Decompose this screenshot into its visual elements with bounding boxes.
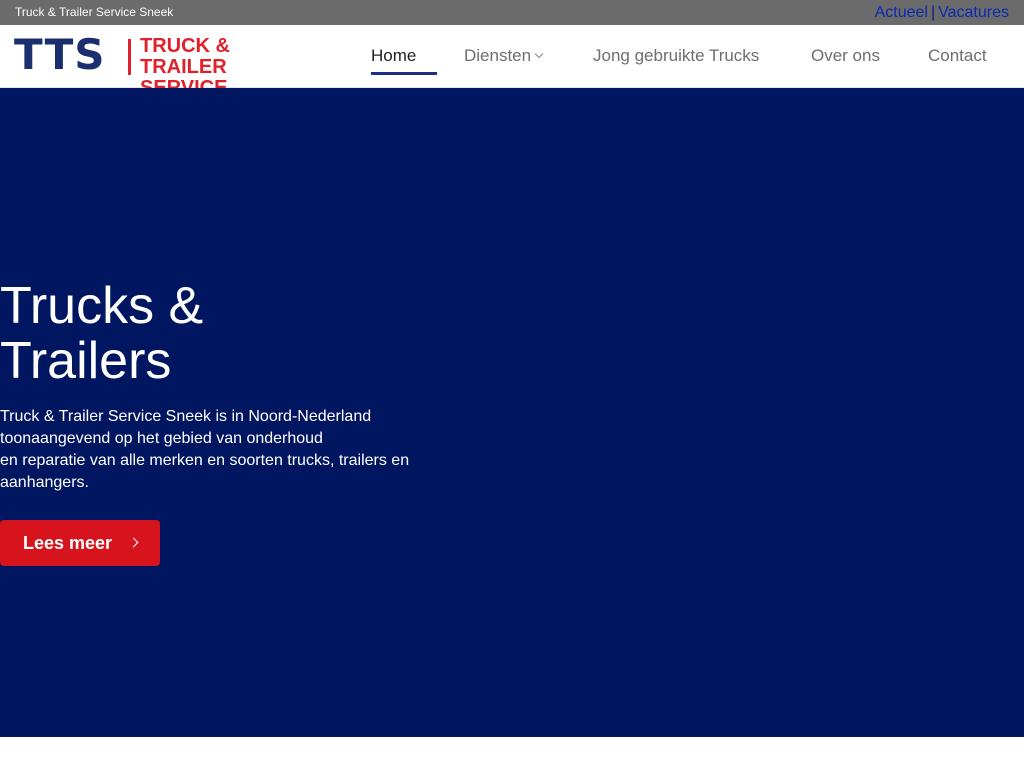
logo[interactable]: TTS TRUCK & TRAILER SERVICE <box>14 30 319 99</box>
hero-intro: Truck & Trailer Service Sneek is in Noor… <box>0 406 440 494</box>
logo-line-1: TRUCK & TRAILER <box>140 35 230 78</box>
logo-divider <box>128 39 131 75</box>
hero-intro-line: Truck & Trailer Service Sneek is in Noor… <box>0 408 372 425</box>
hero-intro-line: aanhangers. <box>0 474 89 491</box>
link-actueel[interactable]: Actueel <box>875 4 928 21</box>
hero-intro-line: en reparatie van alle merken en soorten … <box>0 452 410 469</box>
nav-diensten[interactable]: Diensten <box>464 46 544 66</box>
page-bottom <box>0 737 1024 768</box>
nav-jong-gebruikte-trucks[interactable]: Jong gebruikte Trucks <box>593 46 759 66</box>
hero-section: Trucks & Trailers Truck & Trailer Servic… <box>0 88 1024 737</box>
logo-mark: TTS <box>14 30 106 79</box>
lees-meer-label: Lees meer <box>23 533 113 553</box>
top-links: Actueel | Vacatures <box>875 3 1009 23</box>
hero-title-line-1: Trucks & <box>0 277 204 335</box>
nav-diensten-label: Diensten <box>464 46 532 65</box>
top-bar: Truck & Trailer Service Sneek Actueel | Va… <box>0 0 1024 25</box>
lees-meer-button[interactable]: Lees meer <box>0 520 160 566</box>
hero-title: Trucks & Trailers <box>0 279 340 389</box>
chevron-right-icon <box>128 537 139 548</box>
site-header: TTS TRUCK & TRAILER SERVICE Home Dienste… <box>0 25 1024 99</box>
link-vacatures[interactable]: Vacatures <box>938 4 1009 21</box>
nav-contact[interactable]: Contact <box>928 46 987 66</box>
site-name: Truck & Trailer Service Sneek <box>15 5 174 19</box>
nav-over-ons[interactable]: Over ons <box>811 46 880 66</box>
nav-home[interactable]: Home <box>371 46 438 75</box>
top-links-separator: | <box>930 4 936 21</box>
hero-title-line-2: Trailers <box>0 332 172 390</box>
chevron-down-icon <box>534 49 544 59</box>
hero-intro-line: toonaangevend op het gebied van onderhou… <box>0 430 323 447</box>
